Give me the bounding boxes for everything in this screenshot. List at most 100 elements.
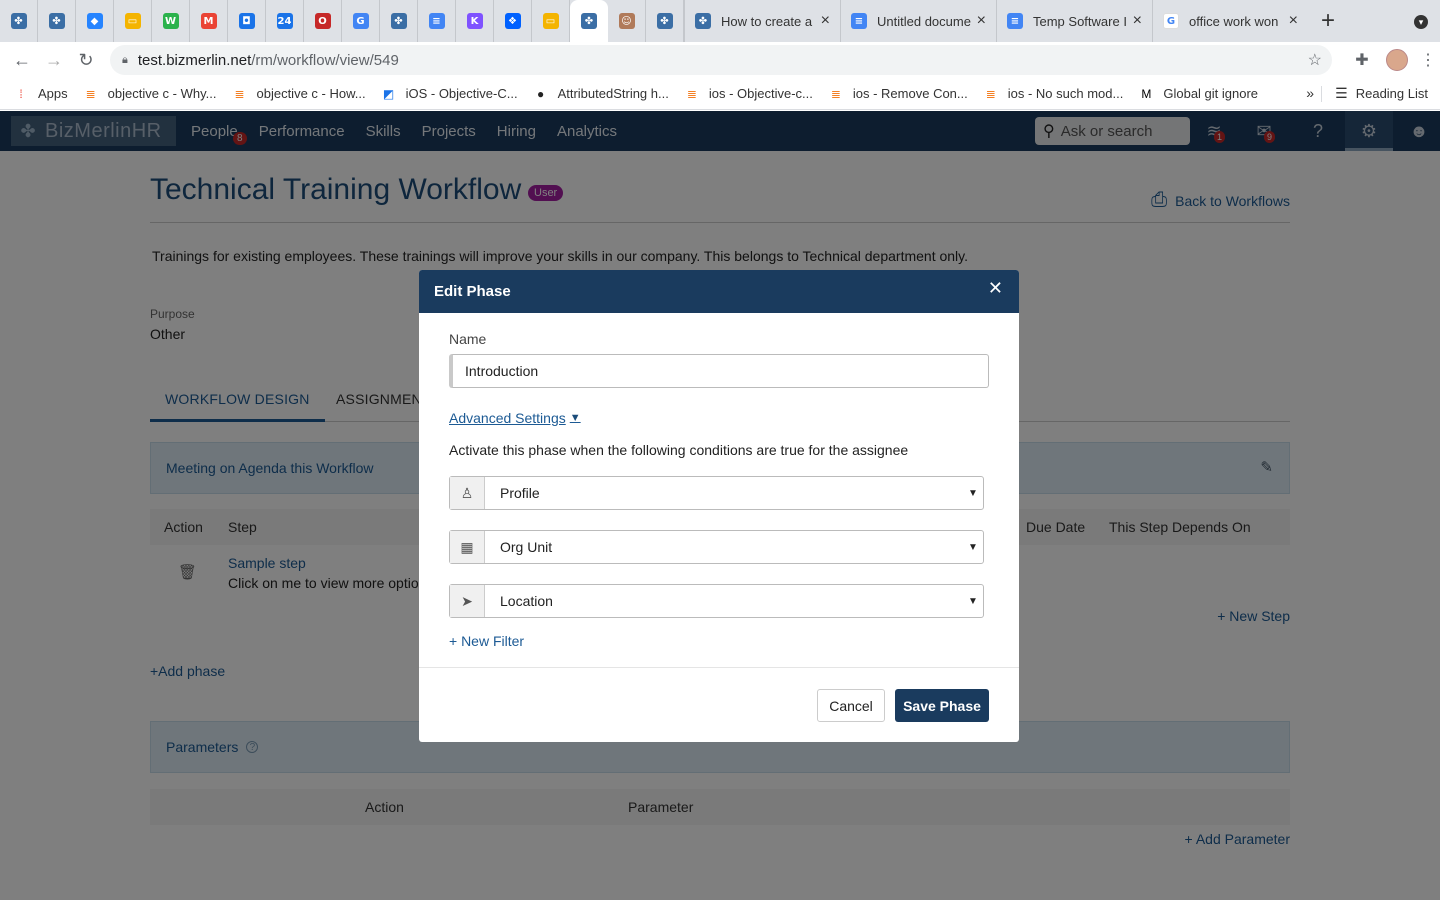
browser-tab[interactable]: ≡ Untitled docume × bbox=[840, 0, 996, 42]
pinned-tab[interactable]: ☺ bbox=[608, 0, 646, 42]
profile-icon: ♙ bbox=[450, 477, 485, 509]
menu-kebab-icon[interactable]: ⋮ bbox=[1416, 50, 1440, 70]
url-host: test.bizmerlin.net bbox=[137, 51, 252, 69]
bizmerlin-icon: ✤ bbox=[581, 13, 597, 29]
reading-list-label: Reading List bbox=[1355, 86, 1428, 101]
back-arrow-icon[interactable]: ← bbox=[6, 44, 38, 76]
close-icon[interactable]: × bbox=[1289, 12, 1298, 30]
forward-arrow-icon[interactable]: → bbox=[38, 44, 70, 76]
google-slides-icon: ▭ bbox=[542, 13, 559, 29]
pocket-icon: ◘ bbox=[238, 13, 255, 29]
pinned-tab[interactable]: O bbox=[304, 0, 342, 42]
bookmark-label: AttributedString h... bbox=[557, 86, 669, 101]
new-filter-link[interactable]: + New Filter bbox=[449, 633, 524, 649]
bookmark-label: objective c - How... bbox=[256, 86, 366, 101]
stackoverflow-icon: ≣ bbox=[85, 86, 96, 101]
bookmark-label: ios - Remove Con... bbox=[852, 86, 968, 101]
medium-icon: M bbox=[1141, 86, 1152, 101]
bookmarks-bar: ⁞ Apps ≣ objective c - Why... ≣ objective c -… bbox=[0, 78, 1440, 110]
bookmark-item[interactable]: ◩ iOS - Objective-C... bbox=[382, 86, 518, 101]
pinned-tab[interactable]: ✤ bbox=[646, 0, 684, 42]
stackoverflow-icon: ≣ bbox=[985, 86, 996, 101]
bizmerlin-icon: ✤ bbox=[10, 13, 27, 29]
bookmark-item[interactable]: ≣ ios - Objective-c... bbox=[685, 86, 813, 101]
address-bar[interactable]: 🔒︎ test.bizmerlin.net/rm/workflow/view/5… bbox=[110, 45, 1332, 75]
advanced-settings-toggle[interactable]: Advanced Settings ▼ bbox=[449, 410, 581, 426]
reading-list-button[interactable]: ☰ Reading List bbox=[1335, 85, 1428, 102]
google-slides-icon: ▭ bbox=[124, 13, 141, 29]
bookmark-star-icon[interactable]: ☆ bbox=[1308, 50, 1322, 70]
chevron-down-icon: ▼ bbox=[968, 595, 978, 607]
pinned-tab[interactable]: K bbox=[456, 0, 494, 42]
google-translate-icon: G bbox=[352, 13, 369, 29]
bookmark-label: ios - No such mod... bbox=[1007, 86, 1124, 101]
org-unit-filter-select[interactable]: ▦ Org Unit ▼ bbox=[449, 530, 984, 564]
browser-tab[interactable]: Goffice work won × bbox=[1152, 0, 1308, 42]
pinned-tab[interactable]: ≡ bbox=[418, 0, 456, 42]
bizmerlin-icon: ✤ bbox=[695, 13, 711, 29]
gmail-icon: M bbox=[200, 13, 217, 29]
pinned-tab[interactable]: G bbox=[342, 0, 380, 42]
apps-grid-icon: ⁞ bbox=[19, 86, 23, 101]
new-tab-button[interactable]: + bbox=[1308, 0, 1348, 42]
reload-icon[interactable]: ↻ bbox=[70, 44, 102, 76]
profile-filter-select[interactable]: ♙ Profile ▼ bbox=[449, 476, 984, 510]
bookmark-item[interactable]: ≣ objective c - How... bbox=[232, 86, 365, 101]
pinned-tab[interactable]: M bbox=[190, 0, 228, 42]
browser-tab[interactable]: ≡ Temp Software I × bbox=[996, 0, 1152, 42]
kotlin-icon: K bbox=[466, 13, 483, 29]
avatar-icon: ☺ bbox=[618, 13, 635, 29]
pinned-tab[interactable]: ✤ bbox=[38, 0, 76, 42]
extensions-puzzle-icon[interactable]: ✚ bbox=[1346, 50, 1378, 70]
bookmark-item[interactable]: ≣ objective c - Why... bbox=[84, 86, 217, 101]
pinned-tab[interactable]: ❖ bbox=[494, 0, 532, 42]
close-icon[interactable]: × bbox=[977, 12, 986, 30]
pinned-tab[interactable]: W bbox=[152, 0, 190, 42]
pinned-tab[interactable]: ▭ bbox=[532, 0, 570, 42]
save-phase-button[interactable]: Save Phase bbox=[895, 689, 989, 722]
close-icon[interactable]: × bbox=[1133, 12, 1142, 30]
tab-title: Temp Software I bbox=[1033, 13, 1127, 29]
chevron-down-icon: ▼ bbox=[569, 412, 581, 424]
pinned-tab[interactable]: ✤ bbox=[380, 0, 418, 42]
location-filter-select[interactable]: ➤ Location ▼ bbox=[449, 584, 984, 618]
chevron-down-icon: ▼ bbox=[968, 487, 978, 499]
bookmark-item[interactable]: ≣ ios - No such mod... bbox=[984, 86, 1124, 101]
close-icon[interactable]: ✕ bbox=[988, 278, 1003, 299]
pinned-tab[interactable]: ✤ bbox=[570, 0, 608, 42]
bookmark-label: iOS - Objective-C... bbox=[405, 86, 518, 101]
more-bookmarks-icon[interactable]: » bbox=[1306, 85, 1314, 101]
profile-avatar[interactable] bbox=[1386, 49, 1408, 71]
tab-search-icon[interactable]: ▾ bbox=[1414, 15, 1428, 29]
phase-name-input[interactable] bbox=[449, 354, 989, 388]
browser-tab[interactable]: ✤ How to create a × bbox=[684, 0, 840, 42]
pinned-tab[interactable]: 24 bbox=[266, 0, 304, 42]
pinned-tab[interactable]: ◆ bbox=[76, 0, 114, 42]
github-icon: ● bbox=[536, 86, 545, 101]
tab-title: How to create a bbox=[721, 13, 813, 29]
bookmark-item[interactable]: ● AttributedString h... bbox=[534, 86, 669, 101]
bookmark-label: Global git ignore bbox=[1163, 86, 1259, 101]
modal-title: Edit Phase bbox=[434, 283, 511, 300]
stackoverflow-icon: ≣ bbox=[830, 86, 841, 101]
close-icon[interactable]: × bbox=[821, 12, 830, 30]
modal-header: Edit Phase ✕ bbox=[419, 270, 1019, 313]
filter-value: Org Unit bbox=[500, 539, 553, 555]
cancel-button[interactable]: Cancel bbox=[817, 689, 885, 722]
bookmark-item[interactable]: ≣ ios - Remove Con... bbox=[829, 86, 968, 101]
lock-icon: 🔒︎ bbox=[122, 53, 128, 66]
opera-icon: O bbox=[314, 13, 331, 29]
pinned-tab[interactable]: ◘ bbox=[228, 0, 266, 42]
stackoverflow-icon: ≣ bbox=[234, 86, 245, 101]
pinned-tab[interactable]: ▭ bbox=[114, 0, 152, 42]
bookmark-item[interactable]: M Global git ignore bbox=[1139, 86, 1258, 101]
google-docs-icon: ≡ bbox=[851, 13, 867, 29]
pinned-tab[interactable]: ✤ bbox=[0, 0, 38, 42]
bookmark-label: objective c - Why... bbox=[107, 86, 217, 101]
bookmark-icon: ◩ bbox=[382, 86, 395, 101]
name-label: Name bbox=[449, 331, 487, 347]
bookmark-item[interactable]: ⁞ Apps bbox=[14, 86, 68, 101]
pinned-tabs: ✤ ✤ ◆ ▭ W M ◘ 24 O G ✤ ≡ K ❖ ▭ ✤ ☺ ✤ bbox=[0, 0, 684, 42]
feedly-icon: W bbox=[162, 13, 179, 29]
bookmark-label: Apps bbox=[38, 86, 68, 101]
